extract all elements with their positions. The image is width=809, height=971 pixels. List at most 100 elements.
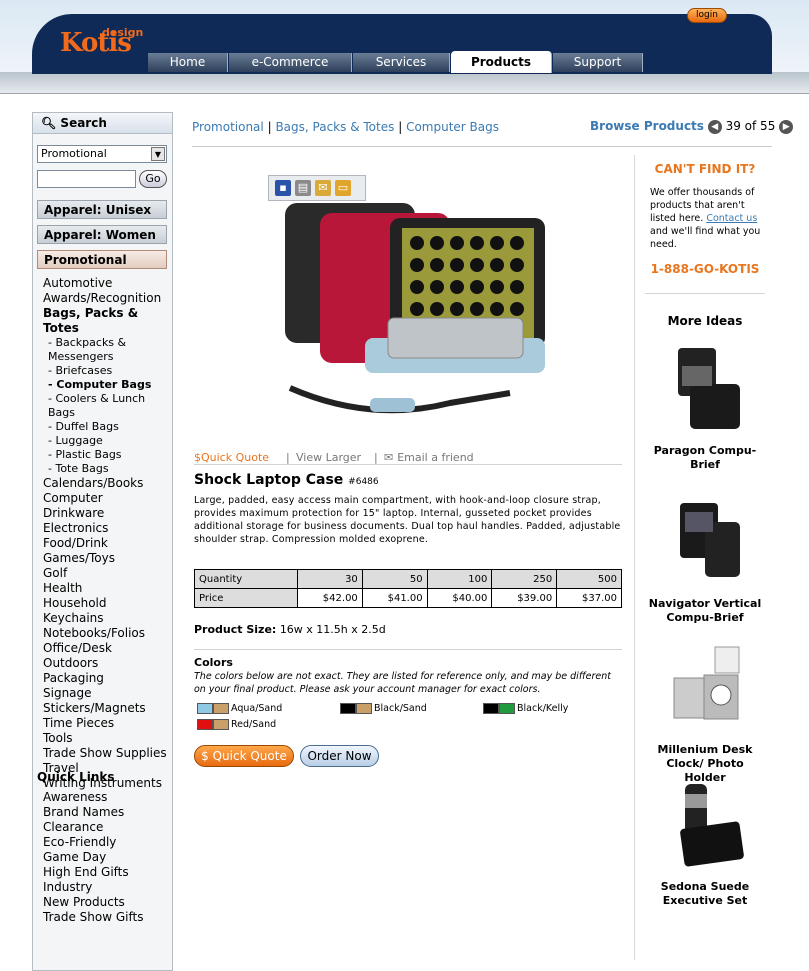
sidebar-item[interactable]: Time Pieces xyxy=(43,716,172,731)
print-icon[interactable]: ▤ xyxy=(295,180,311,196)
sidebar-item[interactable]: Calendars/Books xyxy=(43,476,172,491)
colors-title: Colors xyxy=(194,656,233,669)
browse-count: 39 of 55 xyxy=(725,119,776,133)
sidebar-subitem[interactable]: - Coolers & Lunch Bags xyxy=(43,392,172,420)
idea-item[interactable]: Sedona Suede Executive Set xyxy=(645,780,765,908)
swatch-box xyxy=(356,703,372,714)
quick-link[interactable]: Brand Names xyxy=(43,805,143,820)
sidebar-item[interactable]: Packaging xyxy=(43,671,172,686)
quick-link[interactable]: Game Day xyxy=(43,850,143,865)
order-now-button[interactable]: Order Now xyxy=(300,745,379,767)
idea-item[interactable]: Navigator Vertical Compu-Brief xyxy=(645,497,765,625)
product-description: Large, padded, easy access main compartm… xyxy=(194,495,621,545)
sidebar-subitem[interactable]: - Luggage xyxy=(43,434,172,448)
search-panel-header: 🔍︎ Search xyxy=(33,113,172,134)
sidebar-subitem-active[interactable]: - Computer Bags xyxy=(43,378,172,392)
idea-item[interactable]: Paragon Compu-Brief xyxy=(645,344,765,472)
quick-links-list: Awareness Brand Names Clearance Eco-Frie… xyxy=(43,790,143,925)
tab-services[interactable]: Services xyxy=(353,53,450,72)
chevron-down-icon[interactable]: ▼ xyxy=(151,147,165,161)
tab-support[interactable]: Support xyxy=(553,53,643,72)
quick-link[interactable]: Awareness xyxy=(43,790,143,805)
breadcrumb-link[interactable]: Computer Bags xyxy=(406,120,499,134)
tab-ecommerce[interactable]: e-Commerce xyxy=(229,53,352,72)
sidebar-subitem[interactable]: - Plastic Bags xyxy=(43,448,172,462)
quick-quote-link[interactable]: $Quick Quote xyxy=(194,451,286,464)
breadcrumb-link[interactable]: Promotional xyxy=(192,120,264,134)
sidebar-cat-promotional[interactable]: Promotional xyxy=(37,250,167,269)
quick-link[interactable]: Clearance xyxy=(43,820,143,835)
phone-number: 1-888-GO-KOTIS xyxy=(650,262,760,276)
sidebar-item[interactable]: Tools xyxy=(43,731,172,746)
sidebar-subitem[interactable]: - Backpacks & xyxy=(43,336,172,350)
sidebar-item[interactable]: Awards/Recognition xyxy=(43,291,172,306)
sidebar-item[interactable]: Games/Toys xyxy=(43,551,172,566)
email-friend-link[interactable]: Email a friend xyxy=(397,451,473,464)
product-image[interactable] xyxy=(270,173,570,438)
sidebar-subitem[interactable]: - Duffel Bags xyxy=(43,420,172,434)
sidebar-cat-apparel-women[interactable]: Apparel: Women xyxy=(37,225,167,244)
contact-link[interactable]: Contact us xyxy=(706,213,757,224)
sidebar-item[interactable]: Signage xyxy=(43,686,172,701)
product-size: Product Size: 16w x 11.5h x 2.5d xyxy=(194,623,386,636)
sidebar-item[interactable]: Health xyxy=(43,581,172,596)
browse-products: Browse Products ◀ 39 of 55 ▶ xyxy=(590,119,794,134)
idea-item[interactable]: Millenium Desk Clock/ Photo Holder xyxy=(645,643,765,785)
sidebar-item[interactable]: Computer xyxy=(43,491,172,506)
colors-note: The colors below are not exact. They are… xyxy=(194,671,612,695)
category-select[interactable]: Promotional ▼ xyxy=(37,145,167,163)
sidebar-item[interactable]: Trade Show Supplies xyxy=(43,746,172,761)
search-icon: 🔍︎ xyxy=(41,116,57,130)
email-icon: ✉ xyxy=(384,451,394,464)
search-input[interactable] xyxy=(37,170,136,188)
tab-home[interactable]: Home xyxy=(148,53,228,72)
save-icon[interactable]: ▪ xyxy=(275,180,291,196)
sidebar-item[interactable]: Office/Desk xyxy=(43,641,172,656)
login-button[interactable]: login xyxy=(687,8,727,23)
more-ideas-title: More Ideas xyxy=(667,314,743,328)
swatch-box xyxy=(213,719,229,730)
sidebar-item-active[interactable]: Bags, Packs & Totes xyxy=(43,306,172,336)
quick-link[interactable]: Industry xyxy=(43,880,143,895)
swatch-box xyxy=(499,703,515,714)
quick-link[interactable]: High End Gifts xyxy=(43,865,143,880)
cant-find-title: CAN'T FIND IT? xyxy=(654,162,756,176)
go-button[interactable]: Go xyxy=(139,170,167,188)
sidebar-item[interactable]: Household xyxy=(43,596,172,611)
sidebar-item[interactable]: Outdoors xyxy=(43,656,172,671)
tab-products[interactable]: Products xyxy=(451,51,552,73)
color-swatch: Black/Kelly xyxy=(483,703,568,714)
product-actions: $Quick Quote | View Larger | ✉ Email a friend xyxy=(194,451,622,465)
divider xyxy=(634,155,635,960)
browse-products-label[interactable]: Browse Products xyxy=(590,119,704,133)
sidebar-subitem[interactable]: - Tote Bags xyxy=(43,462,172,476)
mail-icon[interactable]: ✉ xyxy=(315,180,331,196)
idea-image[interactable] xyxy=(660,643,750,735)
quick-link[interactable]: New Products xyxy=(43,895,143,910)
chevron-right-icon[interactable]: ▶ xyxy=(779,119,794,134)
sidebar-cat-apparel-unisex[interactable]: Apparel: Unisex xyxy=(37,200,167,219)
site-logo[interactable]: design Kotis xyxy=(60,26,143,58)
sidebar-subitem-cont[interactable]: Messengers xyxy=(43,350,172,364)
idea-image[interactable] xyxy=(660,497,750,589)
chevron-left-icon[interactable]: ◀ xyxy=(707,119,722,134)
sidebar-item[interactable]: Golf xyxy=(43,566,172,581)
breadcrumb-link[interactable]: Bags, Packs & Totes xyxy=(275,120,394,134)
quick-quote-button[interactable]: $ Quick Quote xyxy=(194,745,294,767)
sidebar-item[interactable]: Drinkware xyxy=(43,506,172,521)
sidebar-item[interactable]: Keychains xyxy=(43,611,172,626)
sidebar-item[interactable]: Electronics xyxy=(43,521,172,536)
sidebar-subitem[interactable]: - Briefcases xyxy=(43,364,172,378)
folder-icon[interactable]: ▭ xyxy=(335,180,351,196)
idea-image[interactable] xyxy=(660,344,750,436)
color-swatch: Black/Sand xyxy=(340,703,427,714)
quick-link[interactable]: Eco-Friendly xyxy=(43,835,143,850)
view-larger-link[interactable]: View Larger xyxy=(296,451,374,464)
sidebar-item[interactable]: Stickers/Magnets xyxy=(43,701,172,716)
cant-find-text: We offer thousands of products that aren… xyxy=(650,187,761,250)
sidebar-item[interactable]: Automotive xyxy=(43,276,172,291)
sidebar-item[interactable]: Food/Drink xyxy=(43,536,172,551)
idea-image[interactable] xyxy=(660,780,750,872)
sidebar-item[interactable]: Notebooks/Folios xyxy=(43,626,172,641)
quick-link[interactable]: Trade Show Gifts xyxy=(43,910,143,925)
